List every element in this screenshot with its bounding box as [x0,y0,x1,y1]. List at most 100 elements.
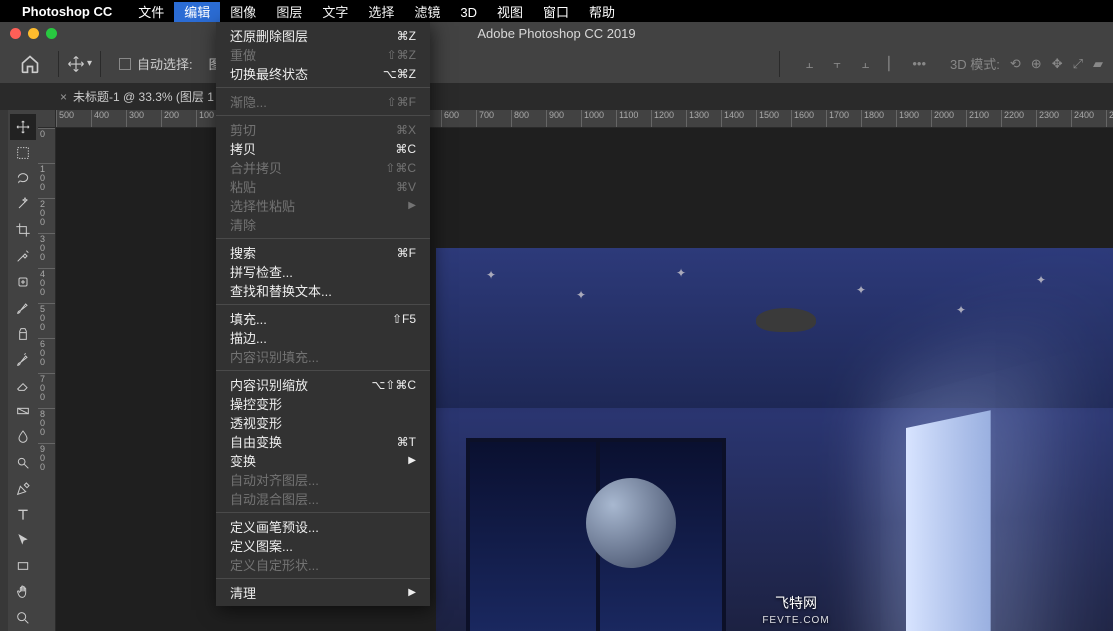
shortcut-label: ⌘F [397,246,416,260]
ruler-tick: 600 [441,110,476,127]
clone-tool[interactable] [10,321,36,347]
menu-文件[interactable]: 文件 [128,2,174,23]
ruler-tick: 200 [161,110,196,127]
auto-select-checkbox[interactable] [119,58,131,70]
ruler-tick: 500 [38,303,55,338]
menu-item-定义图案[interactable]: 定义图案... [216,536,430,555]
orbit-3d-icon[interactable]: ⟲ [1010,56,1021,72]
menu-item-内容识别缩放[interactable]: 内容识别缩放⌥⇧⌘C [216,375,430,394]
ruler-tick: 1800 [861,110,896,127]
menu-item-切换最终状态[interactable]: 切换最终状态 ⌥⌘Z [216,64,430,83]
type-tool[interactable] [10,502,36,528]
brush-tool[interactable] [10,295,36,321]
menu-item-搜索[interactable]: 搜索⌘F [216,243,430,262]
ruler-tick: 1700 [826,110,861,127]
menu-3D[interactable]: 3D [450,2,487,23]
eraser-tool[interactable] [10,372,36,398]
menu-item-变换[interactable]: 变换▶ [216,451,430,470]
crop-tool[interactable] [10,217,36,243]
menu-滤镜[interactable]: 滤镜 [404,2,450,23]
blur-tool[interactable] [10,424,36,450]
hand-tool[interactable] [10,579,36,605]
menu-item-清理[interactable]: 清理▶ [216,583,430,602]
pan-3d-icon[interactable]: ✥ [1052,56,1063,72]
menu-separator [216,512,430,513]
spot-heal-tool[interactable] [10,269,36,295]
menu-separator [216,578,430,579]
dodge-tool[interactable] [10,450,36,476]
document-tab[interactable]: × 未标题-1 @ 33.3% (图层 1 [48,83,226,110]
menu-item-自由变换[interactable]: 自由变换⌘T [216,432,430,451]
workspace: 5004003002001000100200300400500600700800… [0,110,1113,631]
ruler-tick: 2000 [931,110,966,127]
canvas[interactable]: ✦ ✦ ✦ ✦ ✦ ✦ 飞特网 FEVTE.COM [56,128,1113,631]
path-select-tool[interactable] [10,528,36,554]
ruler-tick: 800 [511,110,546,127]
lasso-tool[interactable] [10,166,36,192]
menu-item-label: 还原删除图层 [230,26,308,45]
menu-item-拼写检查[interactable]: 拼写检查... [216,262,430,281]
maximize-window-button[interactable] [46,28,57,39]
watermark-main: 飞特网 [762,593,829,613]
menu-item-定义画笔预设[interactable]: 定义画笔预设... [216,517,430,536]
vertical-ruler[interactable]: 0100200300400500600700800900 [38,128,56,631]
menu-item-透视变形[interactable]: 透视变形 [216,413,430,432]
rectangle-tool[interactable] [10,553,36,579]
tab-label: 未标题-1 @ 33.3% (图层 1 [73,88,214,105]
menu-item-label: 切换最终状态 [230,64,308,83]
menu-item-填充[interactable]: 填充...⇧F5 [216,309,430,328]
close-window-button[interactable] [10,28,21,39]
camera-3d-icon[interactable]: ▰ [1093,56,1103,72]
menu-视图[interactable]: 视图 [487,2,533,23]
macos-menubar: Photoshop CC 文件编辑图像图层文字选择滤镜3D视图窗口帮助 [0,0,1113,22]
menu-图像[interactable]: 图像 [220,2,266,23]
menu-item-label: 描边... [230,328,267,347]
ruler-tick: 400 [91,110,126,127]
app-name[interactable]: Photoshop CC [22,4,112,19]
toolbox [8,110,38,631]
menu-item-操控变形[interactable]: 操控变形 [216,394,430,413]
roll-3d-icon[interactable]: ⊕ [1031,56,1042,72]
ruler-tick: 1500 [756,110,791,127]
menu-item-查找和替换文本[interactable]: 查找和替换文本... [216,281,430,300]
ruler-tick: 1200 [651,110,686,127]
shortcut-label: ⌥⇧⌘C [371,378,416,392]
eyedropper-tool[interactable] [10,243,36,269]
menu-文字[interactable]: 文字 [312,2,358,23]
shortcut-label: ⌥⌘Z [383,67,416,81]
menu-item-还原删除图层[interactable]: 还原删除图层 ⌘Z [216,26,430,45]
history-brush-tool[interactable] [10,347,36,373]
menu-选择[interactable]: 选择 [358,2,404,23]
menu-图层[interactable]: 图层 [266,2,312,23]
zoom-tool[interactable] [10,605,36,631]
tab-close-icon[interactable]: × [60,90,67,104]
menu-帮助[interactable]: 帮助 [579,2,625,23]
horizontal-ruler[interactable]: 5004003002001000100200300400500600700800… [56,110,1113,128]
pen-tool[interactable] [10,476,36,502]
menu-item-label: 内容识别填充... [230,347,319,366]
menu-item-拷贝[interactable]: 拷贝⌘C [216,139,430,158]
menu-item-label: 选择性粘贴 [230,196,295,215]
move-tool[interactable] [10,114,36,140]
align-icons[interactable]: ⫠ ⫟ ⫠ ▏ [800,56,902,72]
menu-item-描边[interactable]: 描边... [216,328,430,347]
menu-item-label: 清理 [230,583,256,602]
left-edge-bar [0,110,8,631]
align-vcenter-icon: ⫟ [828,56,846,72]
menu-item-label: 清除 [230,215,256,234]
menu-编辑[interactable]: 编辑 [174,2,220,23]
move-tool-indicator[interactable]: ▾ [67,55,92,73]
more-icon[interactable]: ••• [912,56,926,71]
slide-3d-icon[interactable]: ⤢ [1073,56,1083,72]
magic-wand-tool[interactable] [10,192,36,218]
window-titlebar: Adobe Photoshop CC 2019 [0,22,1113,44]
marquee-tool[interactable] [10,140,36,166]
home-icon[interactable] [20,54,40,74]
artwork-door [906,410,991,631]
menu-窗口[interactable]: 窗口 [533,2,579,23]
star-icon: ✦ [856,283,866,297]
gradient-tool[interactable] [10,398,36,424]
minimize-window-button[interactable] [28,28,39,39]
menu-item-剪切: 剪切⌘X [216,120,430,139]
shortcut-label: ⌘Z [397,29,416,43]
